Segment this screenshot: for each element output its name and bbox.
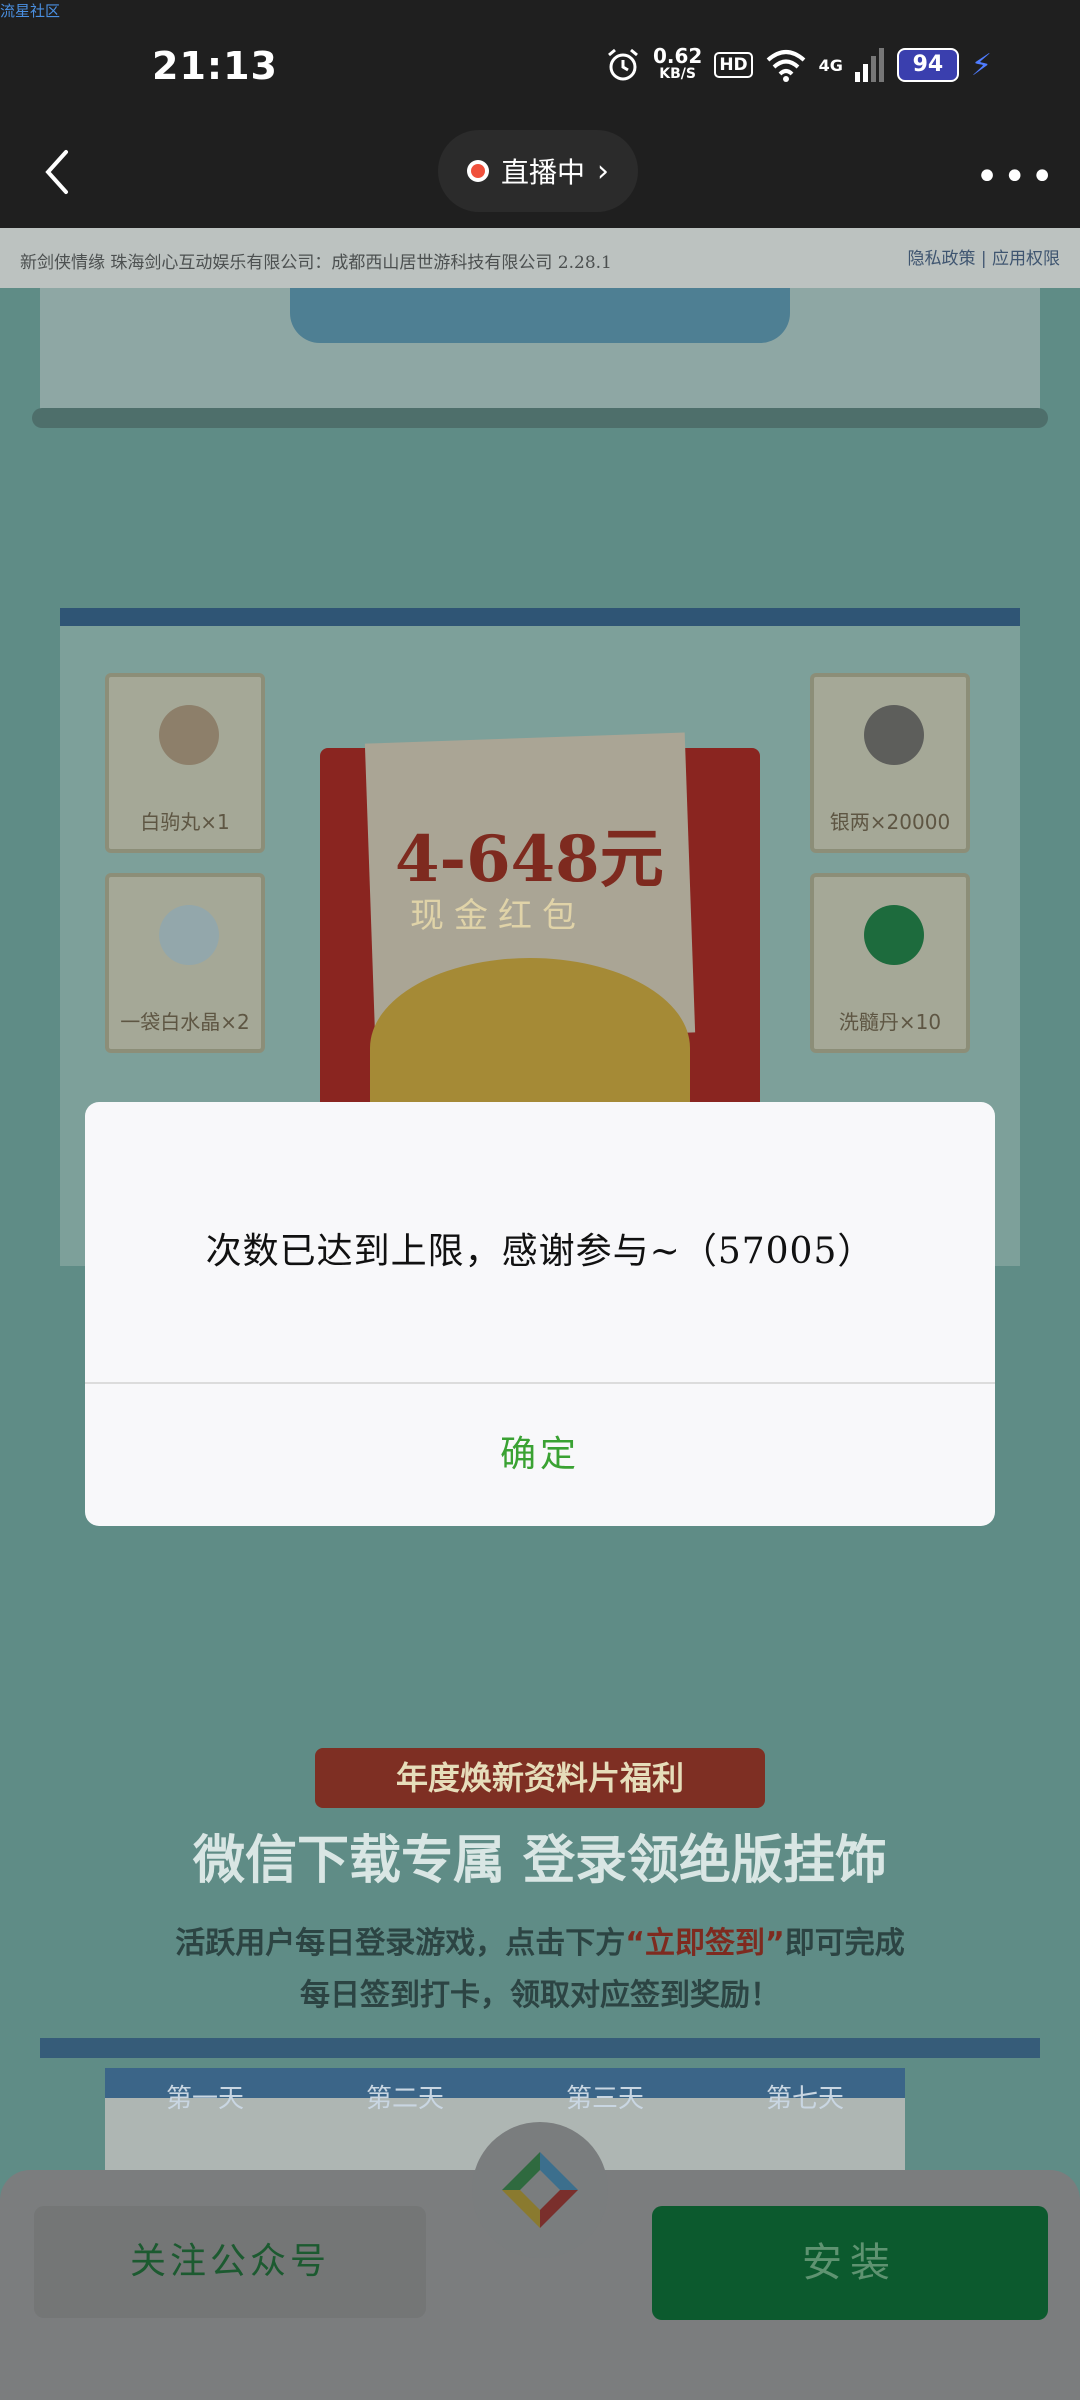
- sign-in-day-label: 第三天: [565, 2084, 644, 2114]
- network-speed: 0.62 KB/S: [652, 44, 703, 82]
- reward-card: 银两×20000: [810, 673, 970, 853]
- reward-card: 一袋白水晶×2: [105, 873, 265, 1053]
- sign-in-day-label: 第二天: [365, 2084, 444, 2114]
- reward-label: 洗髓丹×10: [838, 1010, 942, 1034]
- wifi-icon: [766, 50, 805, 82]
- dialog-message: 次数已达到上限，感谢参与~（57005）: [205, 1231, 875, 1272]
- banner-title: 微信下载专属 登录领绝版挂饰: [192, 1831, 888, 1891]
- reward-item-icon: [159, 705, 219, 765]
- privacy-links[interactable]: 隐私政策 | 应用权限: [907, 244, 1060, 269]
- status-icons: 0.62 KB/S HD 4G 94 ⚡: [605, 42, 992, 88]
- nav-bar: 直播中 › •••: [0, 120, 1080, 228]
- chevron-right-icon: ›: [597, 153, 609, 189]
- reward-item-icon: [864, 705, 924, 765]
- reward-card: 洗髓丹×10: [810, 873, 970, 1053]
- install-button[interactable]: 安装: [652, 2206, 1048, 2320]
- scroll-rod-decoration: [32, 408, 1048, 428]
- banner-description: 活跃用户每日登录游戏，点击下方“立即签到”即可完成 每日签到打卡，领取对应签到奖…: [175, 1926, 905, 2013]
- banner-ribbon: 年度焕新资料片福利: [315, 1748, 765, 1808]
- live-status-button[interactable]: 直播中 ›: [438, 130, 638, 212]
- sign-in-rail: [40, 2038, 1040, 2058]
- sign-in-day-label: 第一天: [165, 2084, 244, 2114]
- more-options-icon[interactable]: •••: [975, 154, 1058, 200]
- sign-in-day-label: 第七天: [765, 2084, 844, 2114]
- publisher-info-bar: 新剑侠情缘 珠海剑心互动娱乐有限公司：成都西山居世游科技有限公司 2.28.1 …: [0, 228, 1080, 288]
- clock: 21:13: [152, 44, 278, 88]
- live-dot-icon: [466, 160, 489, 182]
- reward-label: 一袋白水晶×2: [120, 1010, 250, 1034]
- reward-card: 白驹丸×1: [105, 673, 265, 853]
- signal-icon: [854, 48, 884, 82]
- back-arrow-icon[interactable]: [30, 142, 90, 202]
- reward-item-icon: [864, 905, 924, 965]
- reward-label: 白驹丸×1: [140, 810, 230, 834]
- scroll-tab-decoration: [290, 288, 790, 343]
- reward-item-icon: [159, 905, 219, 965]
- live-label: 直播中: [500, 156, 585, 189]
- hd-icon: HD: [714, 52, 753, 78]
- red-packet-amount: 4-648元: [395, 822, 664, 897]
- charging-icon: ⚡: [970, 47, 992, 83]
- limit-reached-dialog: 次数已达到上限，感谢参与~（57005） 确定: [85, 1102, 995, 1526]
- watermark: 流星社区: [0, 2, 61, 20]
- battery-indicator: 94: [896, 48, 959, 82]
- cellular-type: 4G: [818, 55, 843, 75]
- alarm-icon: [607, 48, 638, 81]
- publisher-line: 新剑侠情缘 珠海剑心互动娱乐有限公司：成都西山居世游科技有限公司 2.28.1: [20, 253, 612, 273]
- status-bar: 21:13 0.62 KB/S HD 4G 94 ⚡: [0, 0, 1080, 120]
- red-packet-label: 现金红包: [410, 896, 586, 936]
- confirm-button[interactable]: 确定: [85, 1384, 995, 1526]
- follow-official-account-button[interactable]: 关注公众号: [34, 2206, 426, 2318]
- app-logo-icon: [502, 2152, 578, 2228]
- reward-label: 银两×20000: [829, 810, 951, 834]
